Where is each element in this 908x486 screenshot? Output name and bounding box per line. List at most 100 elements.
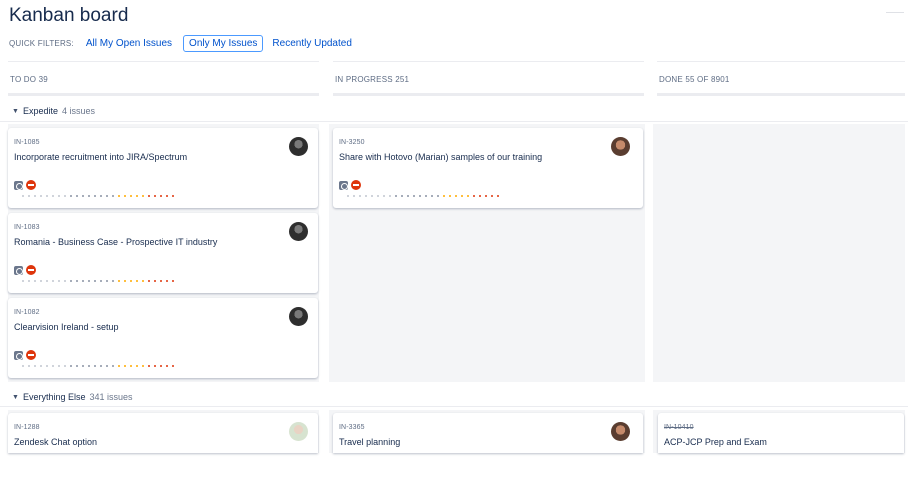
age-dot <box>58 280 60 282</box>
age-dot <box>142 195 144 197</box>
issue-key[interactable]: IN-10410 <box>664 424 694 431</box>
age-dot <box>46 280 48 282</box>
age-dot <box>124 195 126 197</box>
age-dot <box>365 195 367 197</box>
age-dot <box>389 195 391 197</box>
age-dot <box>455 195 457 197</box>
age-dot <box>58 365 60 367</box>
issue-summary: Share with Hotovo (Marian) samples of ou… <box>339 152 543 162</box>
issue-card[interactable]: IN-10410 ACP-JCP Prep and Exam <box>658 413 904 453</box>
quick-filters-bar: QUICK FILTERS: All My Open Issues Only M… <box>9 34 365 52</box>
age-dot <box>70 195 72 197</box>
age-dot <box>154 280 156 282</box>
age-dot <box>166 195 168 197</box>
issue-summary: Zendesk Chat option <box>14 437 98 447</box>
age-dot <box>461 195 463 197</box>
age-dot <box>491 195 493 197</box>
age-dot <box>58 195 60 197</box>
swimlane-count: 4 issues <box>61 106 95 116</box>
issue-key[interactable]: IN-1288 <box>14 424 40 431</box>
age-dot <box>82 365 84 367</box>
age-dot <box>82 195 84 197</box>
column-header-done: DONE 55 OF 8901 <box>657 61 905 96</box>
task-type-icon <box>14 351 23 360</box>
issue-card[interactable]: IN-1085 Incorporate recruitment into JIR… <box>8 128 318 208</box>
age-dot <box>112 195 114 197</box>
age-dot <box>22 280 24 282</box>
issue-key[interactable]: IN-1085 <box>14 139 40 146</box>
issue-card[interactable]: IN-1288 Zendesk Chat option <box>8 413 318 453</box>
age-dot <box>88 195 90 197</box>
swimlane-title: Expedite <box>22 106 58 116</box>
age-dot <box>64 365 66 367</box>
age-dot <box>419 195 421 197</box>
age-dot <box>142 280 144 282</box>
column-header-label: IN PROGRESS 251 <box>335 75 410 84</box>
age-dot <box>497 195 499 197</box>
issue-summary: Travel planning <box>339 437 401 447</box>
issue-key[interactable]: IN-3365 <box>339 424 365 431</box>
issue-card[interactable]: IN-1083 Romania - Business Case - Prospe… <box>8 213 318 293</box>
age-dot <box>449 195 451 197</box>
avatar-face-icon <box>611 137 630 156</box>
card-age-dots <box>347 195 503 198</box>
issue-key[interactable]: IN-3250 <box>339 139 365 146</box>
issue-key[interactable]: IN-1082 <box>14 309 40 316</box>
age-dot <box>82 280 84 282</box>
swimlane-everything-else[interactable]: ▼ Everything Else 341 issues <box>12 390 133 404</box>
column-header-label: DONE 55 OF 8901 <box>659 75 730 84</box>
age-dot <box>160 280 162 282</box>
swimlane-count: 341 issues <box>89 392 133 402</box>
age-dot <box>347 195 349 197</box>
age-dot <box>383 195 385 197</box>
column-header-in-progress: IN PROGRESS 251 <box>333 61 644 96</box>
avatar-dark-icon <box>289 307 308 326</box>
task-type-icon <box>14 266 23 275</box>
issue-summary: Romania - Business Case - Prospective IT… <box>14 237 218 247</box>
age-dot <box>100 365 102 367</box>
issue-key[interactable]: IN-1083 <box>14 224 40 231</box>
issue-card[interactable]: IN-3250 Share with Hotovo (Marian) sampl… <box>333 128 643 208</box>
blocker-priority-icon <box>26 265 36 275</box>
age-dot <box>40 195 42 197</box>
issue-summary: Clearvision Ireland - setup <box>14 322 119 332</box>
age-dot <box>40 280 42 282</box>
age-dot <box>64 280 66 282</box>
age-dot <box>28 280 30 282</box>
filter-only-my-issues[interactable]: Only My Issues <box>183 34 264 52</box>
filter-all-my-open-issues[interactable]: All My Open Issues <box>86 38 172 49</box>
age-dot <box>106 280 108 282</box>
age-dot <box>70 365 72 367</box>
age-dot <box>413 195 415 197</box>
column-header-label: TO DO 39 <box>10 75 48 84</box>
age-dot <box>166 280 168 282</box>
age-dot <box>479 195 481 197</box>
age-dot <box>136 365 138 367</box>
filter-recently-updated[interactable]: Recently Updated <box>272 38 352 49</box>
swimlane-expedite[interactable]: ▼ Expedite 4 issues <box>12 104 95 118</box>
age-dot <box>130 365 132 367</box>
swimlane-title: Everything Else <box>22 392 86 402</box>
age-dot <box>467 195 469 197</box>
card-age-dots <box>22 365 178 368</box>
issue-card[interactable]: IN-1082 Clearvision Ireland - setup <box>8 298 318 378</box>
age-dot <box>407 195 409 197</box>
age-dot <box>154 195 156 197</box>
age-dot <box>172 365 174 367</box>
issue-summary: ACP-JCP Prep and Exam <box>664 437 767 447</box>
age-dot <box>124 365 126 367</box>
age-dot <box>172 280 174 282</box>
issue-card[interactable]: IN-3365 Travel planning <box>333 413 643 453</box>
age-dot <box>22 365 24 367</box>
age-dot <box>88 365 90 367</box>
chevron-down-icon: ▼ <box>12 107 19 115</box>
age-dot <box>130 195 132 197</box>
age-dot <box>118 280 120 282</box>
blocker-priority-icon <box>26 350 36 360</box>
age-dot <box>431 195 433 197</box>
age-dot <box>359 195 361 197</box>
age-dot <box>148 280 150 282</box>
column-done-expedite <box>653 124 905 382</box>
age-dot <box>425 195 427 197</box>
age-dot <box>64 195 66 197</box>
